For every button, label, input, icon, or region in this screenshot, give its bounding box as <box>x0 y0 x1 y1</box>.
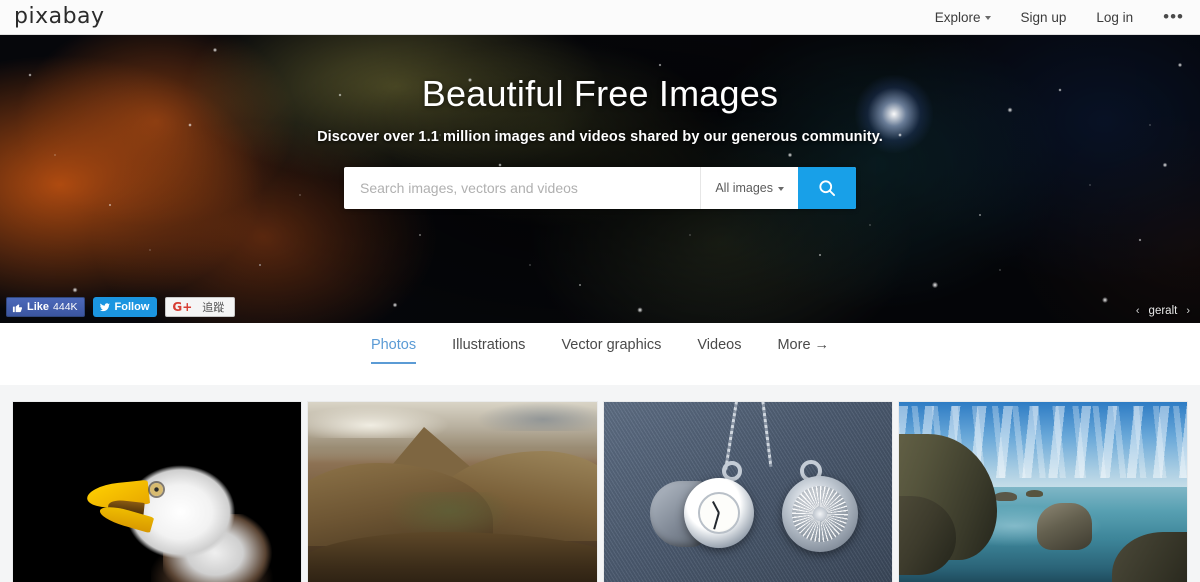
nav-item-explore[interactable]: Explore <box>935 10 991 25</box>
nav-item-login[interactable]: Log in <box>1096 10 1133 25</box>
twitter-bird-icon <box>99 302 110 311</box>
search-input[interactable] <box>344 167 701 209</box>
image-gallery <box>0 385 1200 582</box>
nav-item-explore-label: Explore <box>934 9 981 25</box>
search-filter-label: All images <box>715 181 773 195</box>
header-nav: Explore Sign up Log in ••• <box>935 8 1184 25</box>
tab-vector-graphics[interactable]: Vector graphics <box>561 337 661 364</box>
google-plus-label: 追蹤 <box>202 301 225 314</box>
tab-illustrations[interactable]: Illustrations <box>452 337 525 364</box>
next-image-arrow[interactable]: › <box>1186 305 1190 317</box>
facebook-like-button[interactable]: Like 444K <box>6 297 85 317</box>
hero-banner: Beautiful Free Images Discover over 1.1 … <box>0 35 1200 323</box>
photographer-name[interactable]: geralt <box>1149 305 1178 317</box>
gallery-thumbnail-mountains[interactable] <box>308 402 597 582</box>
prev-image-arrow[interactable]: ‹ <box>1136 305 1140 317</box>
chevron-down-icon <box>778 187 784 191</box>
hero-subtitle: Discover over 1.1 million images and vid… <box>317 129 883 145</box>
category-tabs: Photos Illustrations Vector graphics Vid… <box>370 323 829 364</box>
twitter-follow-label: Follow <box>114 301 150 313</box>
gallery-thumbnail-eagle[interactable] <box>13 402 302 582</box>
search-filter-dropdown[interactable]: All images <box>700 167 798 209</box>
gallery-thumbnail-pocket-watches[interactable] <box>603 402 892 582</box>
tab-videos[interactable]: Videos <box>697 337 741 364</box>
search-bar: All images <box>344 167 856 209</box>
google-plus-icon: G+ <box>172 300 193 314</box>
social-buttons: Like 444K Follow G+ 追蹤 <box>6 297 236 317</box>
facebook-like-label: Like <box>27 301 50 313</box>
google-plus-follow-button[interactable]: G+ 追蹤 <box>165 297 236 317</box>
pixabay-logo[interactable]: pixabay <box>14 5 105 28</box>
thumbs-up-icon <box>12 304 23 312</box>
hero-content: Beautiful Free Images Discover over 1.1 … <box>0 35 1200 209</box>
photographer-credit: ‹ geralt › <box>1136 305 1190 317</box>
tab-photos[interactable]: Photos <box>370 337 417 364</box>
overflow-menu-icon[interactable]: ••• <box>1163 8 1184 25</box>
category-tabs-bar: Photos Illustrations Vector graphics Vid… <box>0 323 1200 385</box>
gallery-thumbnail-sea-cliffs[interactable] <box>898 402 1187 582</box>
facebook-like-count: 444K <box>53 301 78 313</box>
hero-title: Beautiful Free Images <box>421 73 779 114</box>
twitter-follow-button[interactable]: Follow <box>92 297 158 317</box>
search-icon <box>819 180 835 196</box>
nav-item-signup[interactable]: Sign up <box>1021 10 1067 25</box>
search-submit-button[interactable] <box>798 167 856 209</box>
chevron-down-icon <box>984 16 991 20</box>
tab-more[interactable]: More → <box>777 337 829 364</box>
site-header: pixabay Explore Sign up Log in ••• <box>0 0 1200 35</box>
